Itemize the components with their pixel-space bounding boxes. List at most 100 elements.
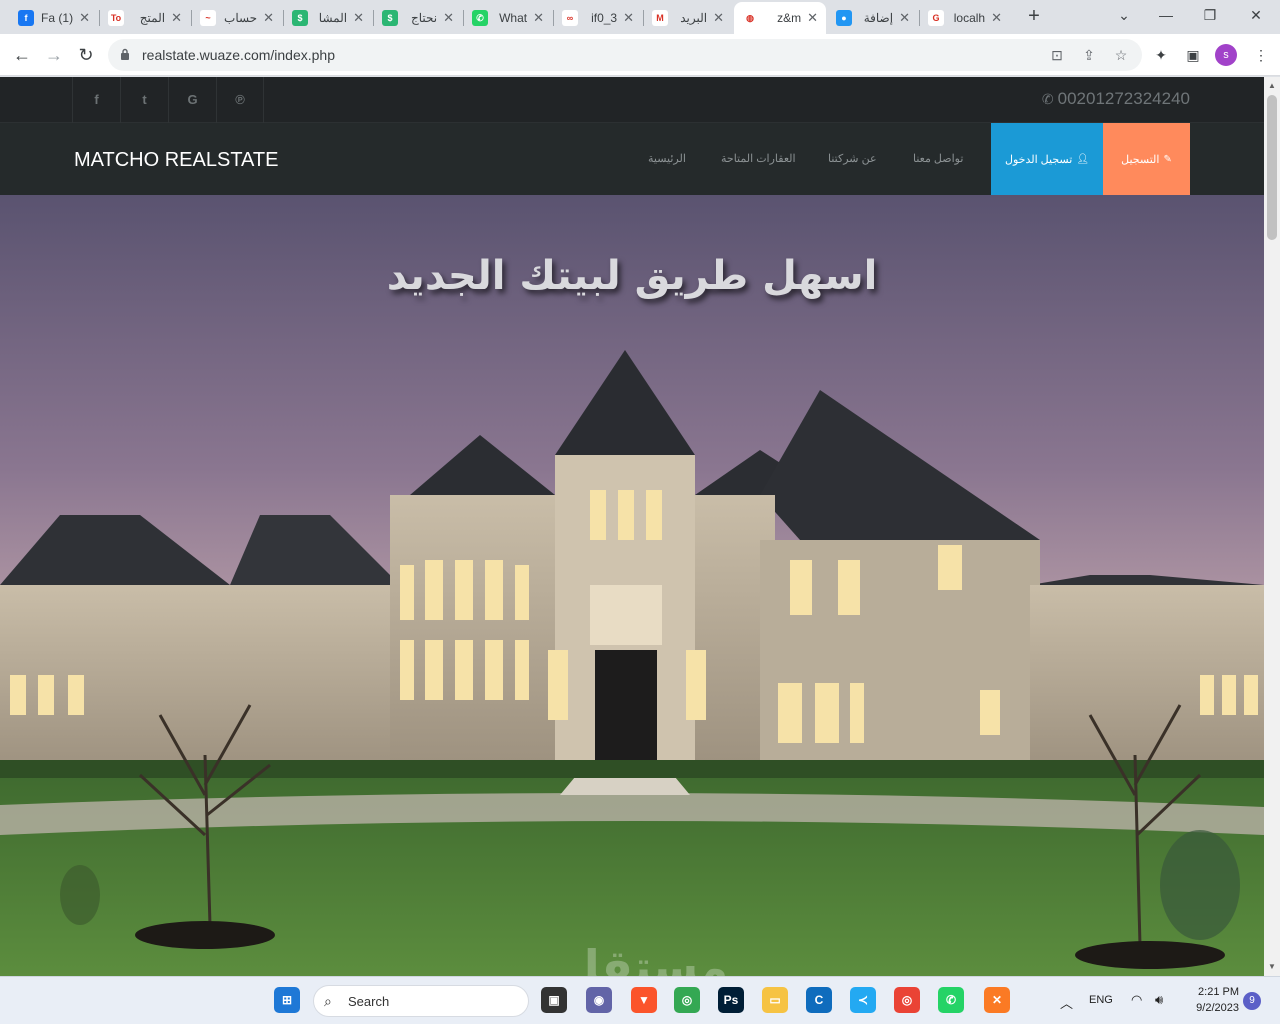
wifi-icon[interactable]: ◠ (1131, 992, 1142, 1008)
browser-tab[interactable]: $ نحتاج ✕ (374, 4, 462, 32)
tab-title: إضافة (863, 11, 894, 25)
close-tab-icon[interactable]: ✕ (899, 10, 910, 26)
close-window-button[interactable]: ✕ (1240, 4, 1272, 26)
minimize-button[interactable]: — (1150, 4, 1182, 26)
page-viewport: f t G ℗ ✆ 00201272324240 MATCHO REALSTATE ال… (0, 77, 1264, 976)
new-tab-button[interactable]: + (1024, 6, 1044, 26)
close-tab-icon[interactable]: ✕ (623, 10, 634, 26)
tab-favicon-icon: f (18, 10, 34, 26)
tab-favicon-icon: ∞ (562, 10, 578, 26)
tab-title: if0_3 (591, 11, 618, 25)
lock-icon (121, 48, 129, 60)
search-icon: ⌕ (324, 993, 332, 1009)
tab-favicon-icon: ● (836, 10, 852, 26)
clock-date[interactable]: 9/2/2023 (1187, 1002, 1239, 1014)
scroll-thumb[interactable] (1267, 95, 1277, 240)
teams-icon[interactable]: ◉ (586, 987, 612, 1013)
xampp-icon[interactable]: ✕ (984, 987, 1010, 1013)
bookmark-star-icon[interactable]: ☆ (1112, 46, 1130, 64)
menu-kebab-icon[interactable]: ⋮ (1252, 46, 1270, 64)
close-tab-icon[interactable]: ✕ (533, 10, 544, 26)
volume-icon[interactable]: 🔊︎ (1155, 992, 1163, 1008)
scroll-down-icon[interactable]: ▼ (1267, 962, 1277, 972)
tab-favicon-icon: ◍ (742, 10, 758, 26)
register-button[interactable]: التسجيل ✎ (1103, 123, 1190, 195)
mansion-illustration (0, 195, 1264, 976)
browser-tab[interactable]: $ المشا ✕ (284, 4, 372, 32)
user-icon: 👤︎ (1076, 153, 1090, 165)
reload-button[interactable]: ↻ (74, 43, 98, 67)
close-tab-icon[interactable]: ✕ (807, 10, 818, 26)
cortana-icon[interactable]: C (806, 987, 832, 1013)
back-button[interactable]: ← (10, 43, 34, 67)
notification-badge[interactable]: 9 (1243, 992, 1261, 1010)
close-tab-icon[interactable]: ✕ (353, 10, 364, 26)
nav-about[interactable]: عن شركتنا (828, 152, 877, 165)
tab-favicon-icon: $ (382, 10, 398, 26)
facebook-icon[interactable]: f (72, 77, 120, 123)
page-scrollbar[interactable]: ▲ ▼ (1264, 77, 1280, 976)
site-brand[interactable]: MATCHO REALSTATE (74, 149, 278, 172)
chrome-profile-icon[interactable]: ◎ (894, 987, 920, 1013)
address-bar[interactable]: realstate.wuaze.com/index.php ⊡ ⇪ ☆ (108, 39, 1142, 71)
browser-tab[interactable]: Glocalh ✕ (920, 4, 1010, 32)
tab-favicon-icon: M (652, 10, 668, 26)
extensions-icon[interactable]: ✦ (1152, 46, 1170, 64)
scroll-up-icon[interactable]: ▲ (1267, 81, 1277, 91)
chrome-icon[interactable]: ◎ (674, 987, 700, 1013)
tab-favicon-icon: $ (292, 10, 308, 26)
register-label: التسجيل (1121, 153, 1160, 166)
tray-chevron-icon[interactable]: ︿ (1060, 993, 1073, 1012)
browser-tab[interactable]: ● إضافة ✕ (828, 4, 918, 32)
pinterest-icon[interactable]: ℗ (216, 77, 264, 123)
tab-title: المتج (139, 11, 166, 25)
close-tab-icon[interactable]: ✕ (79, 10, 90, 26)
browser-tab[interactable]: ∞ if0_3 ✕ (554, 4, 642, 32)
windows-start-icon[interactable]: ⊞ (274, 987, 300, 1013)
close-tab-icon[interactable]: ✕ (713, 10, 724, 26)
phone-number: ✆ 00201272324240 (1042, 89, 1190, 109)
nav-contact[interactable]: تواصل معنا (913, 152, 963, 165)
tab-favicon-icon: To (108, 10, 124, 26)
hero-section: اسهل طريق لبيتك الجديد مستقل (0, 195, 1264, 976)
watermark-logo: مستقل (560, 940, 729, 976)
browser-tab[interactable]: ◍ z&m ✕ (734, 2, 826, 34)
browser-tab[interactable]: ~ حساب ✕ (192, 4, 282, 32)
tab-favicon-icon: ~ (200, 10, 216, 26)
brave-icon[interactable]: ▼ (631, 987, 657, 1013)
tab-search-icon[interactable]: ⌄ (1108, 4, 1140, 26)
login-button[interactable]: تسجيل الدخول 👤︎ (991, 123, 1103, 195)
task-view-icon[interactable]: ▣ (541, 987, 567, 1013)
share-icon[interactable]: ⇪ (1080, 46, 1098, 64)
browser-tab[interactable]: To المتج ✕ (100, 4, 190, 32)
browser-tab[interactable]: ✆ What ✕ (464, 4, 552, 32)
vscode-icon[interactable]: ≺ (850, 987, 876, 1013)
twitter-icon[interactable]: t (120, 77, 168, 123)
browser-tab[interactable]: M البريد ✕ (644, 4, 732, 32)
photoshop-icon[interactable]: Ps (718, 987, 744, 1013)
taskbar-search[interactable]: ⌕ Search (313, 985, 529, 1017)
forward-button[interactable]: → (42, 43, 66, 67)
close-tab-icon[interactable]: ✕ (171, 10, 182, 26)
file-explorer-icon[interactable]: ▭ (762, 987, 788, 1013)
clock-time[interactable]: 2:21 PM (1193, 986, 1239, 998)
tab-title: What (499, 11, 528, 25)
close-tab-icon[interactable]: ✕ (991, 10, 1002, 26)
url-text[interactable]: realstate.wuaze.com/index.php (142, 47, 335, 63)
side-panel-icon[interactable]: ▣ (1184, 46, 1202, 64)
close-tab-icon[interactable]: ✕ (263, 10, 274, 26)
google-icon[interactable]: G (168, 77, 216, 123)
close-tab-icon[interactable]: ✕ (443, 10, 454, 26)
whatsapp-icon[interactable]: ✆ (938, 987, 964, 1013)
restore-button[interactable]: ❐ (1194, 4, 1226, 26)
nav-properties[interactable]: العقارات المتاحة (721, 152, 796, 165)
tab-title: حساب (224, 11, 258, 25)
translate-icon[interactable]: ⊡ (1048, 46, 1066, 64)
language-indicator[interactable]: ENG (1089, 994, 1113, 1006)
profile-avatar[interactable]: s (1215, 44, 1237, 66)
site-navbar: MATCHO REALSTATE الرئيسية العقارات المتا… (0, 123, 1264, 195)
login-label: تسجيل الدخول (1004, 153, 1073, 166)
browser-tab[interactable]: f (1) Fa ✕ (10, 4, 98, 32)
tab-title: (1) Fa (41, 11, 74, 25)
nav-home[interactable]: الرئيسية (648, 152, 686, 165)
